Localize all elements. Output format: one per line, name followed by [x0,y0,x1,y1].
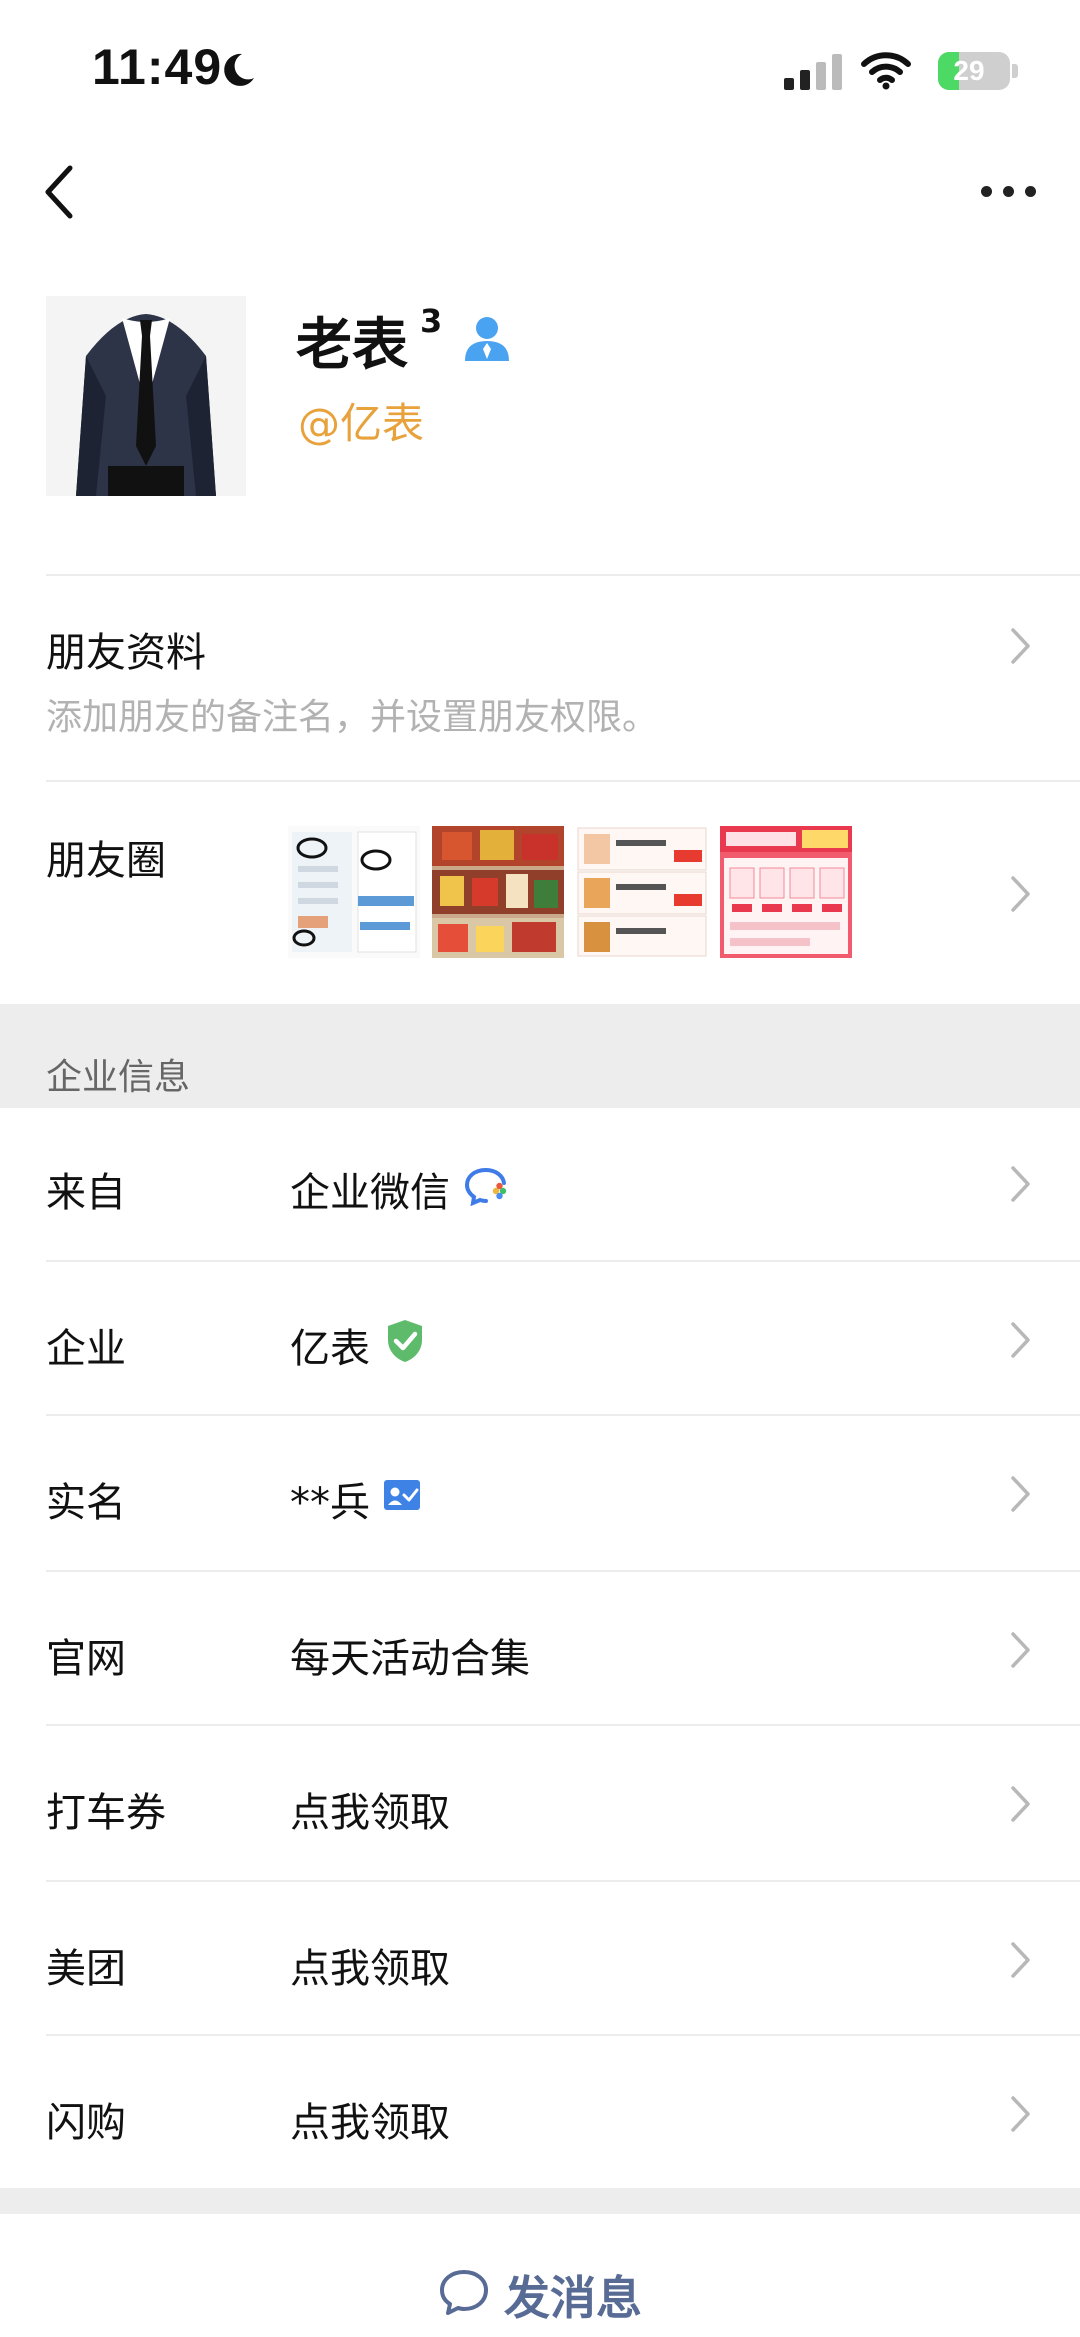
moments-title: 朋友圈 [46,838,166,884]
chevron-right-icon [1011,876,1030,912]
info-row-value: 亿表 [290,1326,370,1372]
chevron-right-icon [1011,2096,1030,2132]
info-row-value: 点我领取 [290,1790,450,1836]
chevron-right-icon [1011,1166,1030,1202]
info-row-label: 实名 [46,1480,126,1526]
info-row-label: 企业 [46,1326,126,1372]
info-row-flash-buy[interactable]: 闪购 点我领取 [0,2036,1080,2190]
id-card-icon [384,1480,420,1510]
info-row-realname[interactable]: 实名 **兵 [0,1416,1080,1572]
friend-info-title: 朋友资料 [46,630,206,676]
chevron-left-icon[interactable] [40,162,80,222]
person-icon [465,317,509,361]
profile-handle: @亿表 [298,399,425,448]
info-row-label: 美团 [46,1946,126,1992]
avatar[interactable] [46,296,246,496]
moments-thumbnail[interactable] [432,826,564,958]
info-row-taxi-coupon[interactable]: 打车券 点我领取 [0,1726,1080,1882]
send-message-label[interactable]: 发消息 [504,2262,642,2328]
info-row-value: 每天活动合集 [290,1636,530,1682]
info-row-company[interactable]: 企业 亿表 [0,1262,1080,1416]
info-row-value: 点我领取 [290,1946,450,1992]
info-row-meituan[interactable]: 美团 点我领取 [0,1882,1080,2036]
status-time: 11:49 [92,39,223,95]
footer-separator [0,2188,1080,2214]
friend-info-subtitle: 添加朋友的备注名，并设置朋友权限。 [46,697,659,738]
moments-thumbnail[interactable] [576,826,708,958]
battery-percent: 29 [953,55,985,86]
section-label-enterprise: 企业信息 [46,1057,191,1098]
battery-tip [1012,64,1018,78]
chevron-right-icon [1011,1786,1030,1822]
friend-info-row[interactable]: 朋友资料 添加朋友的备注名，并设置朋友权限。 [0,576,1080,780]
chevron-right-icon [1011,1476,1030,1512]
info-row-value: 企业微信 [290,1170,450,1216]
info-row-label: 打车券 [46,1790,166,1836]
wifi-icon [861,52,911,90]
info-row-website[interactable]: 官网 每天活动合集 [0,1572,1080,1726]
info-row-value: **兵 [290,1480,370,1526]
chat-bubble-icon [440,2270,488,2315]
moon-icon [224,53,254,86]
info-row-value: 点我领取 [290,2100,450,2146]
info-row-from[interactable]: 来自 企业微信 [0,1108,1080,1262]
profile-name: 老表 [296,313,408,378]
verified-shield-icon [388,1320,422,1362]
battery-indicator: 29 [938,52,1010,90]
chevron-right-icon [1011,628,1030,664]
moments-thumbnail[interactable] [720,826,852,958]
chevron-right-icon [1011,1942,1030,1978]
cellular-signal-icon [784,54,842,90]
info-row-label: 官网 [46,1636,126,1682]
chevron-right-icon [1011,1632,1030,1668]
wecom-icon [464,1168,507,1206]
info-row-label: 闪购 [46,2100,126,2146]
info-row-label: 来自 [46,1170,126,1216]
more-dots-icon[interactable] [981,186,1036,197]
profile-name-suffix: 3 [420,302,443,340]
chevron-right-icon [1011,1322,1030,1358]
moments-thumbnail[interactable] [288,826,420,958]
